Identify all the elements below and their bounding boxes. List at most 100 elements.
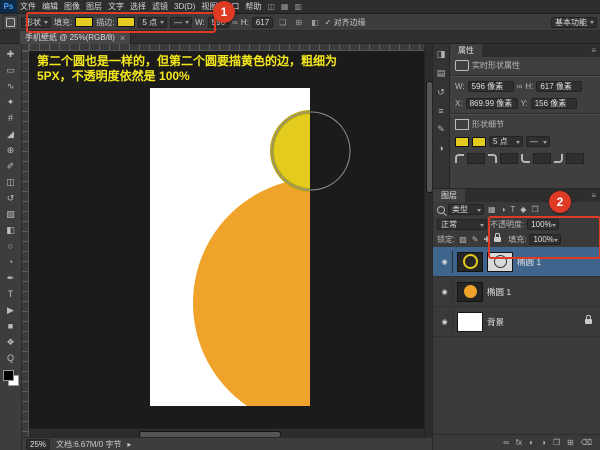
layer-thumbnail[interactable] [457, 282, 483, 302]
close-tab-icon[interactable]: × [120, 33, 125, 43]
zoom-level-value: 25% [30, 440, 46, 449]
path-arrangement-icon[interactable]: ◧ [308, 18, 322, 27]
vertical-scrollbar[interactable] [424, 51, 432, 437]
link-layers-icon[interactable]: ∞ [503, 438, 509, 447]
adjustment-filter-icon[interactable]: ◑ [500, 205, 507, 214]
layer-name[interactable]: 椭圆 1 [487, 286, 511, 298]
corner-bottom-left-input[interactable] [533, 153, 551, 164]
vertical-ruler[interactable] [22, 51, 29, 437]
type-tool[interactable]: T [2, 286, 20, 302]
visibility-eye-icon[interactable]: ◉ [441, 288, 447, 296]
lock-label: 锁定: [437, 234, 455, 245]
layer-group-icon[interactable]: ❐ [553, 438, 560, 447]
path-operations-icon[interactable]: ❏ [276, 18, 289, 27]
link-wh-icon[interactable]: ∞ [517, 82, 523, 91]
canvas-workspace[interactable]: 第二个圆也是一样的，但第二个圆要描黄色的边，粗细为 5PX，不透明度依然是 10… [29, 51, 424, 437]
foreground-color-swatch[interactable] [3, 370, 14, 381]
gradient-tool[interactable]: ◧ [2, 222, 20, 238]
layers-menu-icon[interactable]: ≡ [587, 189, 600, 202]
history-panel-icon[interactable]: ↺ [437, 87, 445, 98]
panel-menu-icon[interactable]: ≡ [587, 44, 600, 57]
prop-stroke-style-select[interactable]: — [526, 136, 550, 147]
link-dimensions-icon[interactable]: ∞ [232, 18, 238, 27]
type-filter-icon[interactable]: T [509, 205, 516, 214]
annotation-badge-1: 1 [213, 1, 235, 23]
canvas-shapes[interactable] [29, 51, 424, 437]
status-arrow-icon[interactable]: ▸ [127, 440, 131, 449]
lock-pixels-icon[interactable]: ✎ [471, 235, 480, 244]
magic-wand-tool[interactable]: ✦ [2, 94, 20, 110]
move-tool[interactable]: ✚ [2, 46, 20, 62]
smart-object-filter-icon[interactable]: ❐ [530, 205, 539, 214]
shape-height-input[interactable]: 617 [252, 17, 273, 28]
delete-layer-icon[interactable]: ⌫ [581, 438, 592, 447]
lasso-tool[interactable]: ∿ [2, 78, 20, 94]
eyedropper-tool[interactable]: ◢ [2, 126, 20, 142]
prop-stroke-width-select[interactable]: 5 点 [489, 136, 523, 147]
prop-fill-swatch[interactable] [455, 137, 469, 147]
workspace-switcher[interactable]: 基本功能 [551, 17, 597, 28]
layer-mask-icon[interactable]: ◐ [529, 438, 534, 447]
marquee-tool[interactable]: ▭ [2, 62, 20, 78]
path-alignment-icon[interactable]: ⊞ [292, 18, 305, 27]
layer-thumbnail[interactable] [457, 312, 483, 332]
color-panel-icon[interactable]: ◨ [437, 49, 446, 60]
corner-top-right-input[interactable] [500, 153, 518, 164]
styles-panel-icon[interactable]: ✎ [437, 124, 445, 135]
horizontal-ruler[interactable] [29, 44, 424, 51]
rounded-rect-icon [455, 60, 469, 71]
properties-panel: 属性 ≡ 实时形状属性 W: 596 像素 ∞ H: 617 像素 X: 869… [449, 44, 600, 188]
prop-height-input[interactable]: 617 像素 [536, 81, 582, 92]
layer-name[interactable]: 背景 [487, 316, 504, 328]
path-selection-tool[interactable]: ▶ [2, 302, 20, 318]
tab-layers[interactable]: 图层 [433, 189, 465, 202]
healing-brush-tool[interactable]: ⊕ [2, 142, 20, 158]
align-edges-checkbox[interactable]: ✓ 对齐边缘 [325, 17, 366, 28]
hand-tool[interactable]: ❖ [2, 334, 20, 350]
clone-stamp-tool[interactable]: ◫ [2, 174, 20, 190]
lock-transparency-icon[interactable]: ▨ [458, 235, 468, 244]
blur-tool[interactable]: ○ [2, 238, 20, 254]
adjustments-panel-icon[interactable]: ◑ [438, 143, 443, 153]
layer-row-background[interactable]: ◉ 背景 [433, 307, 600, 337]
prop-x-input[interactable]: 869.99 像素 [466, 98, 518, 109]
history-brush-tool[interactable]: ↺ [2, 190, 20, 206]
shape-tool[interactable]: ■ [2, 318, 20, 334]
new-layer-icon[interactable]: ⊞ [567, 438, 574, 447]
tab-properties[interactable]: 属性 [450, 44, 482, 57]
prop-y-input[interactable]: 156 像素 [531, 98, 577, 109]
blend-mode-select[interactable]: 正常 [437, 219, 487, 230]
pen-tool[interactable]: ✒ [2, 270, 20, 286]
layer-thumbnail[interactable] [457, 252, 483, 272]
menu-help[interactable]: 帮助 [242, 0, 264, 13]
corner-top-right-icon [488, 154, 497, 163]
crop-tool[interactable]: # [2, 110, 20, 126]
screen-mode-icon[interactable]: ▦ [278, 2, 292, 11]
corner-top-left-input[interactable] [467, 153, 485, 164]
dodge-tool[interactable]: ◔ [2, 254, 20, 270]
active-tool-icon[interactable] [3, 15, 18, 30]
adjustment-layer-icon[interactable]: ◑ [541, 438, 546, 447]
zoom-level-input[interactable]: 25% [26, 439, 50, 450]
layer-row-ellipse1[interactable]: ◉ 椭圆 1 [433, 277, 600, 307]
extras-icon[interactable]: ▥ [291, 2, 305, 11]
filter-kind-select[interactable]: 类型 [448, 204, 484, 215]
position-row: X: 869.99 像素 Y: 156 像素 [450, 95, 600, 112]
visibility-eye-icon[interactable]: ◉ [441, 318, 447, 326]
prop-stroke-swatch[interactable] [472, 137, 486, 147]
brush-tool[interactable]: ✐ [2, 158, 20, 174]
corner-bottom-right-input[interactable] [566, 153, 584, 164]
info-panel-icon[interactable]: ≡ [438, 106, 443, 116]
zoom-tool[interactable]: Q [2, 350, 20, 366]
prop-width-input[interactable]: 596 像素 [468, 81, 514, 92]
prop-width-value: 596 像素 [472, 81, 504, 92]
horizontal-scrollbar[interactable] [29, 428, 424, 437]
visibility-eye-icon[interactable]: ◉ [441, 258, 447, 266]
swatches-panel-icon[interactable]: ▤ [437, 68, 446, 79]
layout-icon[interactable]: ◫ [264, 2, 278, 11]
filter-kind-value: 类型 [452, 204, 468, 215]
shape-filter-icon[interactable]: ◆ [519, 205, 527, 214]
pixel-filter-icon[interactable]: ▦ [487, 205, 497, 214]
layer-style-icon[interactable]: fx [516, 438, 522, 447]
eraser-tool[interactable]: ▨ [2, 206, 20, 222]
